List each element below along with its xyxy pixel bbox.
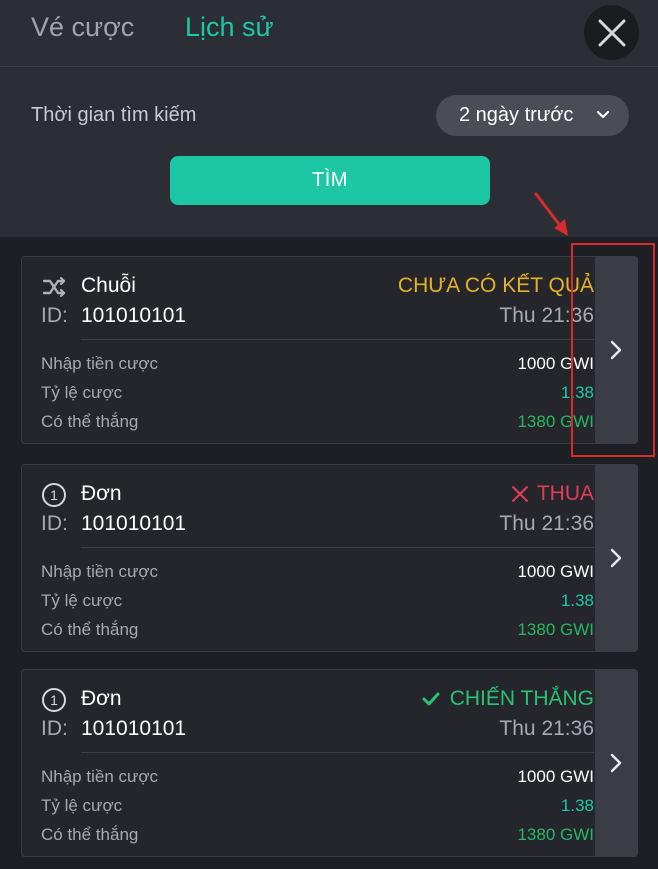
header: Vé cược Lịch sử	[0, 0, 658, 67]
search-button[interactable]: TÌM	[170, 156, 490, 205]
parlay-icon	[42, 276, 66, 298]
time-range-value: 2 ngày trước	[459, 104, 574, 126]
status-badge: THUA	[511, 482, 594, 506]
bet-time: Thu 21:36	[499, 512, 594, 535]
check-icon	[422, 692, 440, 706]
bet-time: Thu 21:36	[499, 717, 594, 740]
bet-type-label: Đơn	[81, 482, 122, 505]
potential-win-label: Có thể thắng	[41, 620, 139, 639]
bet-detail-button[interactable]	[595, 670, 637, 856]
odds-label: Tỷ lệ cược	[41, 383, 123, 402]
time-range-dropdown[interactable]: 2 ngày trước	[436, 95, 629, 136]
chevron-right-icon	[610, 548, 622, 568]
annotation-highlight-box	[571, 243, 655, 457]
close-icon	[598, 19, 625, 46]
svg-text:1: 1	[50, 692, 58, 708]
svg-text:1: 1	[50, 487, 58, 503]
close-button[interactable]	[584, 5, 639, 60]
divider	[81, 547, 594, 548]
id-label: ID:	[41, 512, 68, 535]
bet-card: 1 Đơn THUA ID: 101010101 Thu 21:36 Nhập …	[21, 464, 638, 652]
chevron-right-icon	[610, 753, 622, 773]
bet-card-body: 1 Đơn CHIẾN THẮNG ID: 101010101 Thu 21:3…	[22, 670, 594, 856]
bet-card: Chuỗi CHƯA CÓ KẾT QUẢ ID: 101010101 Thu …	[21, 256, 638, 444]
bet-type-label: Đơn	[81, 687, 122, 710]
odds-label: Tỷ lệ cược	[41, 591, 123, 610]
potential-win-value: 1380 GWI	[517, 620, 594, 639]
status-text: THUA	[536, 482, 594, 505]
potential-win-label: Có thể thắng	[41, 825, 139, 844]
bet-card: 1 Đơn CHIẾN THẮNG ID: 101010101 Thu 21:3…	[21, 669, 638, 857]
search-time-label: Thời gian tìm kiếm	[31, 104, 197, 126]
bet-id: 101010101	[81, 304, 187, 327]
status-text: CHƯA CÓ KẾT QUẢ	[397, 274, 594, 297]
stake-label: Nhập tiền cược	[41, 562, 159, 581]
id-label: ID:	[41, 717, 68, 740]
divider	[81, 339, 594, 340]
odds-label: Tỷ lệ cược	[41, 796, 123, 815]
bet-card-body: 1 Đơn THUA ID: 101010101 Thu 21:36 Nhập …	[22, 465, 594, 651]
potential-win-value: 1380 GWI	[517, 825, 594, 844]
bet-type-label: Chuỗi	[81, 274, 136, 297]
stake-label: Nhập tiền cược	[41, 354, 159, 373]
odds-value: 1.38	[560, 796, 594, 815]
chevron-down-icon	[596, 110, 610, 119]
id-label: ID:	[41, 304, 68, 327]
stake-value: 1000 GWI	[517, 562, 594, 581]
stake-label: Nhập tiền cược	[41, 767, 159, 786]
bet-id: 101010101	[81, 512, 187, 535]
odds-value: 1.38	[560, 591, 594, 610]
tab-history[interactable]: Lịch sử	[185, 12, 274, 43]
bet-id: 101010101	[81, 717, 187, 740]
status-text: CHIẾN THẮNG	[449, 687, 594, 710]
tab-bet-slip[interactable]: Vé cược	[31, 12, 134, 43]
status-badge: CHIẾN THẮNG	[422, 687, 594, 711]
single-bet-icon: 1	[42, 483, 66, 507]
x-icon	[511, 486, 528, 502]
status-badge: CHƯA CÓ KẾT QUẢ	[398, 274, 594, 298]
bet-detail-button[interactable]	[595, 465, 637, 651]
bet-card-body: Chuỗi CHƯA CÓ KẾT QUẢ ID: 101010101 Thu …	[22, 257, 594, 443]
potential-win-label: Có thể thắng	[41, 412, 139, 431]
annotation-arrow-icon	[534, 192, 568, 236]
stake-value: 1000 GWI	[517, 767, 594, 786]
single-bet-icon: 1	[42, 688, 66, 712]
divider	[81, 752, 594, 753]
